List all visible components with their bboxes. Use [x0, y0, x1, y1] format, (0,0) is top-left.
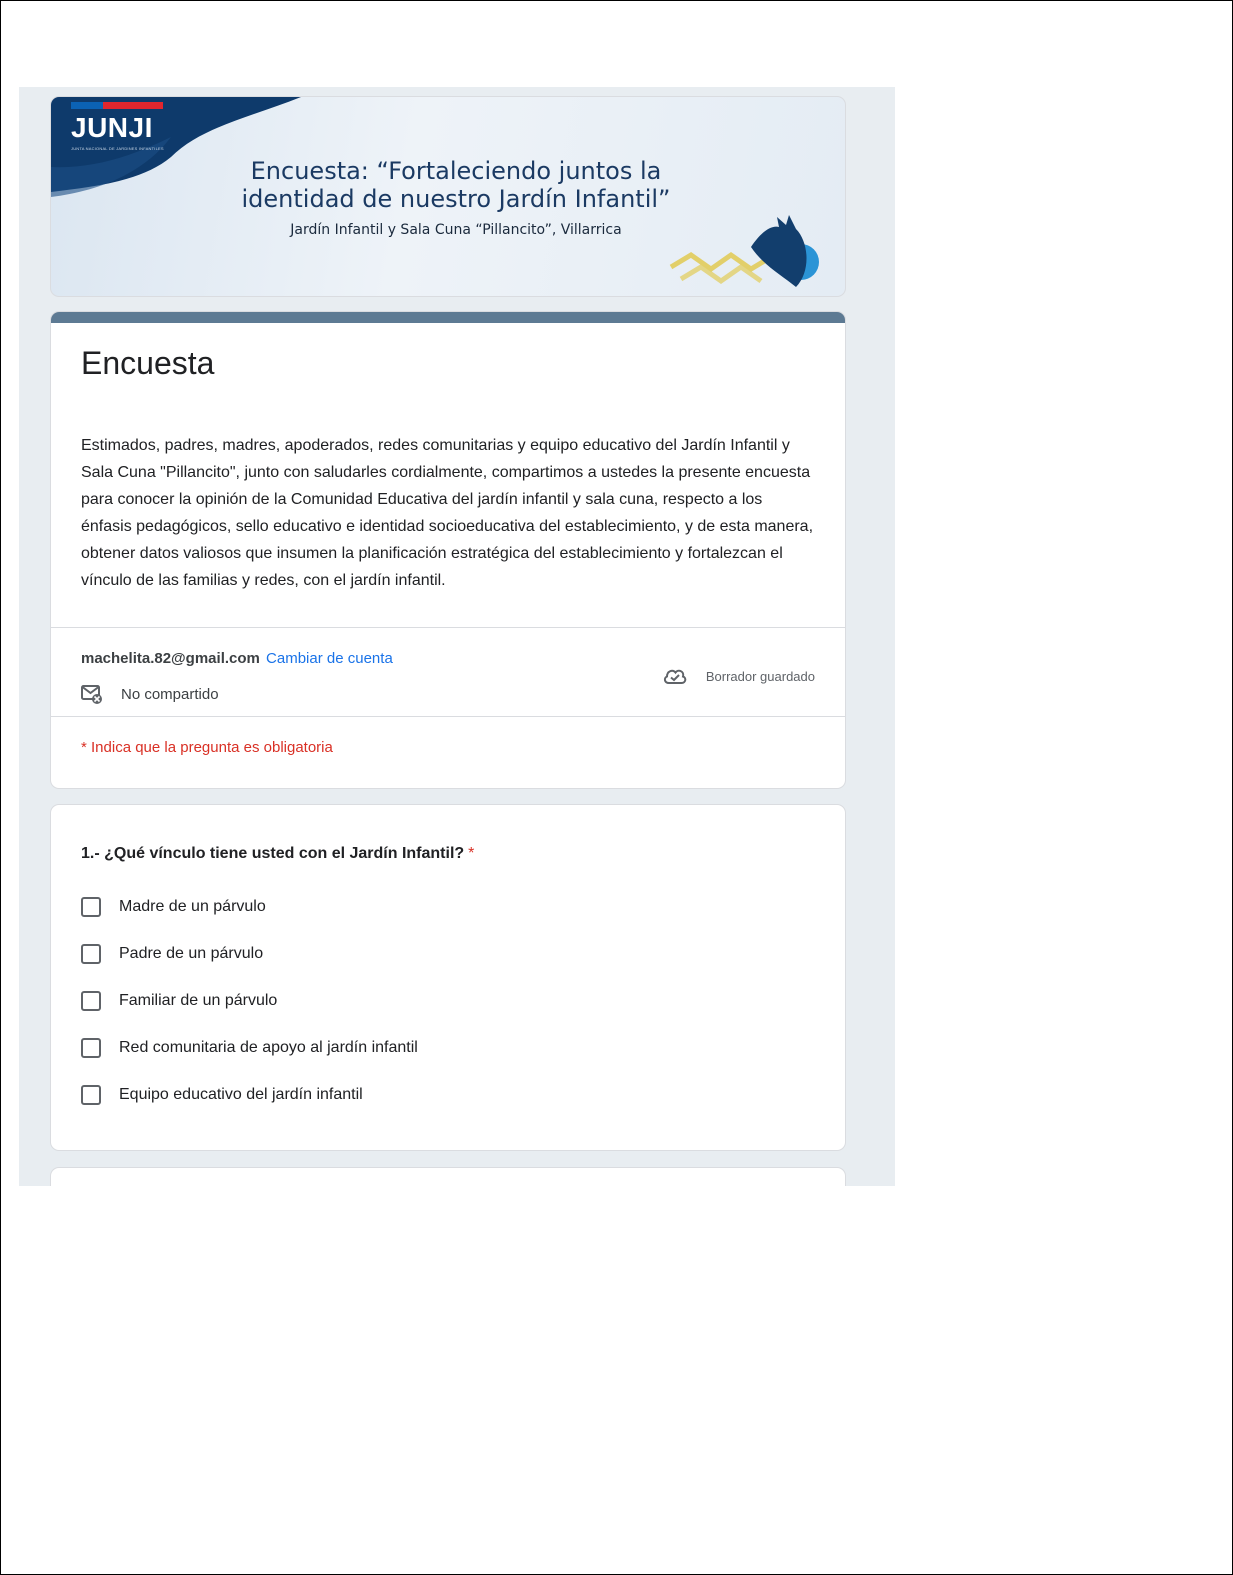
checkbox-option[interactable]: Red comunitaria de apoyo al jardín infan…	[81, 1038, 418, 1058]
junji-logo-text: JUNJI	[71, 112, 153, 143]
form-viewport: JUNJI JUNTA NACIONAL DE JARDINES INFANTI…	[19, 87, 895, 1186]
banner-title-line2: identidad de nuestro Jardín Infantil”	[241, 185, 671, 213]
logo-flag-blue	[71, 102, 103, 109]
junji-logo-subtext: JUNTA NACIONAL DE JARDINES INFANTILES	[71, 146, 164, 151]
not-shared-status: No compartido	[81, 684, 219, 704]
form-description: Estimados, padres, madres, apoderados, r…	[81, 437, 814, 589]
draft-saved-status: Borrador guardado	[662, 666, 815, 686]
logo-flag-red	[103, 102, 163, 109]
required-asterisk: *	[468, 845, 475, 862]
option-label: Equipo educativo del jardín infantil	[119, 1086, 363, 1103]
account-email: machelita.82@gmail.com	[81, 650, 260, 667]
banner-title: Encuesta: “Fortaleciendo juntos la ident…	[191, 157, 721, 213]
checkbox[interactable]	[81, 1085, 101, 1105]
form-title-card: Encuesta Estimados, padres, madres, apod…	[50, 311, 846, 789]
switch-account-link[interactable]: Cambiar de cuenta	[266, 650, 393, 667]
required-note: * Indica que la pregunta es obligatoria	[81, 739, 333, 756]
draft-saved-label: Borrador guardado	[705, 668, 815, 684]
checkbox-option[interactable]: Equipo educativo del jardín infantil	[81, 1085, 363, 1105]
checkbox[interactable]	[81, 1038, 101, 1058]
not-shared-label: No compartido	[121, 685, 219, 703]
question-title-text: 1.- ¿Qué vínculo tiene usted con el Jard…	[81, 845, 465, 862]
checkbox[interactable]	[81, 897, 101, 917]
divider	[51, 627, 845, 628]
option-label: Familiar de un párvulo	[119, 992, 278, 1009]
mail-not-shared-icon	[81, 685, 102, 704]
checkbox-option[interactable]: Familiar de un párvulo	[81, 991, 277, 1011]
checkbox-option[interactable]: Madre de un párvulo	[81, 897, 266, 917]
form-header-accent-bar	[51, 312, 845, 323]
form-header-banner: JUNJI JUNTA NACIONAL DE JARDINES INFANTI…	[50, 96, 846, 297]
option-label: Padre de un párvulo	[119, 945, 264, 962]
question-card: 1.- ¿Qué vínculo tiene usted con el Jard…	[50, 804, 846, 1151]
banner-subtitle: Jardín Infantil y Sala Cuna “Pillancito”…	[290, 222, 622, 238]
option-label: Red comunitaria de apoyo al jardín infan…	[119, 1039, 418, 1056]
form-title: Encuesta	[81, 345, 215, 381]
question-title: 1.- ¿Qué vínculo tiene usted con el Jard…	[81, 845, 474, 863]
junji-logo: JUNJI JUNTA NACIONAL DE JARDINES INFANTI…	[61, 102, 164, 152]
checkbox[interactable]	[81, 944, 101, 964]
divider	[51, 716, 845, 717]
banner-title-line1: Encuesta: “Fortaleciendo juntos la	[250, 157, 662, 185]
checkbox-option[interactable]: Padre de un párvulo	[81, 944, 263, 964]
checkbox[interactable]	[81, 991, 101, 1011]
account-info: machelita.82@gmail.com Cambiar de cuenta	[81, 650, 393, 667]
option-label: Madre de un párvulo	[119, 898, 266, 915]
next-question-card	[50, 1167, 846, 1186]
cloud-check-icon	[663, 669, 687, 684]
